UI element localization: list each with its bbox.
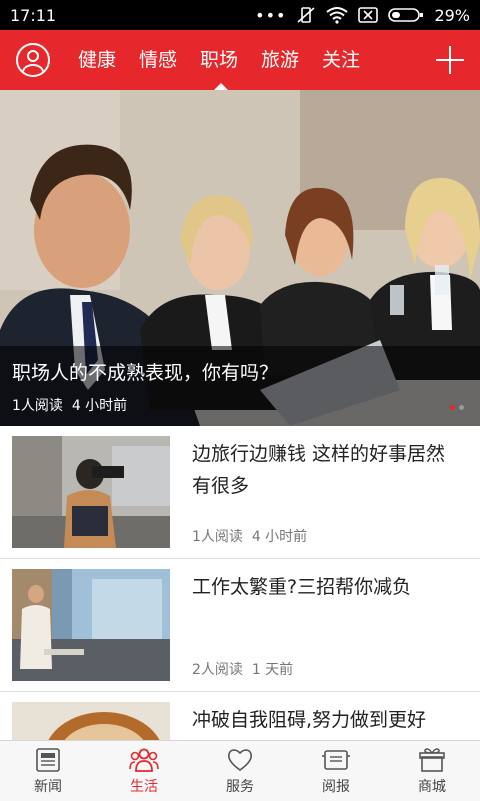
article-title[interactable]: 工作太繁重?三招帮你减负 — [192, 571, 464, 603]
hero-reads: 1人阅读 — [12, 398, 63, 414]
article-time: 1 天前 — [251, 662, 294, 678]
newspaper-icon — [36, 747, 60, 772]
hero-time: 4 小时前 — [71, 398, 128, 414]
vibrate-icon — [297, 7, 315, 23]
article-title[interactable]: 冲破自我阻碍,努力做到更好 — [192, 704, 464, 736]
user-avatar-icon[interactable] — [16, 43, 50, 77]
article-meta: 2人阅读 1 天前 — [192, 659, 293, 679]
hero-meta: 1人阅读 4 小时前 — [12, 395, 127, 415]
article-thumbnail — [12, 569, 170, 681]
status-bar: 17:11 ••• 29% — [0, 0, 480, 30]
article-thumbnail — [12, 702, 170, 740]
reader-icon — [322, 749, 350, 770]
bottom-nav-label: 生活 — [130, 778, 158, 795]
article-item[interactable]: 边旅行边赚钱 这样的好事居然有很多 1人阅读 4 小时前 — [0, 426, 480, 558]
article-thumbnail — [12, 436, 170, 548]
battery-icon — [388, 8, 424, 22]
article-title[interactable]: 边旅行边赚钱 这样的好事居然有很多 — [192, 438, 464, 502]
status-time: 17:11 — [10, 5, 57, 25]
bottom-nav-label: 新闻 — [34, 778, 62, 795]
battery-percent: 29% — [434, 5, 470, 25]
more-dots-icon: ••• — [255, 5, 287, 25]
article-item[interactable]: 冲破自我阻碍,努力做到更好 — [0, 692, 480, 740]
article-item[interactable]: 工作太繁重?三招帮你减负 2人阅读 1 天前 — [0, 559, 480, 691]
bottom-nav-label: 商城 — [418, 778, 446, 795]
article-meta: 1人阅读 4 小时前 — [192, 526, 307, 546]
article-reads: 1人阅读 — [192, 529, 243, 545]
heart-icon — [227, 748, 253, 771]
article-reads: 2人阅读 — [192, 662, 243, 678]
top-nav: 健康 情感 职场 旅游 关注 — [0, 30, 480, 90]
hero-title[interactable]: 职场人的不成熟表现，你有吗？ — [12, 358, 278, 385]
bottom-nav: 新闻 生活 服务 阅报 商城 — [0, 740, 480, 801]
bottom-nav-reader[interactable]: 阅报 — [288, 741, 384, 801]
tab-workplace[interactable]: 职场 — [200, 30, 261, 90]
carousel-dot-active — [450, 405, 455, 410]
bottom-nav-service[interactable]: 服务 — [192, 741, 288, 801]
tab-emotion[interactable]: 情感 — [139, 30, 200, 90]
bottom-nav-mall[interactable]: 商城 — [384, 741, 480, 801]
bottom-nav-label: 阅报 — [322, 778, 350, 795]
no-sim-icon — [358, 7, 379, 23]
tab-health[interactable]: 健康 — [78, 30, 139, 90]
article-time: 4 小时前 — [251, 529, 308, 545]
hero-banner[interactable]: 职场人的不成熟表现，你有吗？ 1人阅读 4 小时前 — [0, 90, 480, 426]
bottom-nav-news[interactable]: 新闻 — [0, 741, 96, 801]
bottom-nav-label: 服务 — [226, 778, 254, 795]
carousel-indicator — [450, 405, 464, 410]
add-category-icon[interactable] — [436, 46, 464, 74]
gift-icon — [419, 747, 445, 772]
people-icon — [129, 748, 159, 772]
category-tabs: 健康 情感 职场 旅游 关注 — [78, 30, 383, 90]
tab-following[interactable]: 关注 — [322, 30, 383, 90]
bottom-nav-life[interactable]: 生活 — [96, 741, 192, 801]
tab-travel[interactable]: 旅游 — [261, 30, 322, 90]
status-icons: ••• 29% — [255, 6, 470, 25]
wifi-icon — [326, 7, 349, 24]
carousel-dot — [459, 405, 464, 410]
